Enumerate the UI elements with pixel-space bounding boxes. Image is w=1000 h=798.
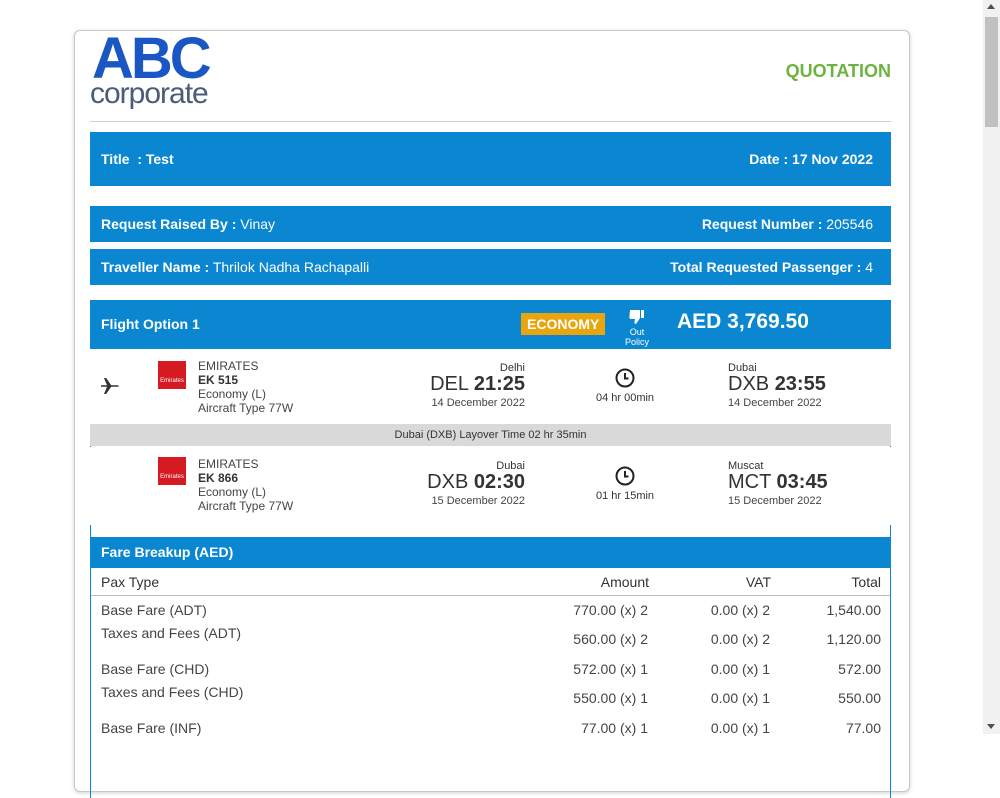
airline-name: EMIRATES xyxy=(198,457,259,471)
out-policy-label: Out Policy xyxy=(624,327,649,347)
departure-code-time: DXB 02:30 xyxy=(427,471,525,493)
header-divider xyxy=(91,595,890,596)
amount-cell: 770.00 (x) 2 xyxy=(573,602,648,618)
traveller-bar: Traveller Name : Thrilok Nadha Rachapall… xyxy=(90,249,891,285)
divider xyxy=(90,121,891,122)
quotation-card: ABC corporate QUOTATION Title : Test Dat… xyxy=(74,26,910,798)
clock-icon xyxy=(615,368,635,388)
total-cell: 572.00 xyxy=(838,661,881,677)
arrival-date: 15 December 2022 xyxy=(728,495,822,507)
aircraft-type: Aircraft Type 77W xyxy=(198,401,294,415)
aircraft-type: Aircraft Type 77W xyxy=(198,499,294,513)
vat-cell: 0.00 (x) 2 xyxy=(710,602,770,618)
cabin-class: Economy (L) xyxy=(198,387,267,401)
pax-type-cell: Base Fare (CHD) xyxy=(101,661,210,677)
fare-price: AED 3,769.50 xyxy=(677,310,809,333)
fare-table: Pax Type Amount VAT Total Base Fare (ADT… xyxy=(90,568,891,798)
airline-info: EMIRATES EK 515 Economy (L) Aircraft Typ… xyxy=(198,359,293,415)
flight-duration: 04 hr 00min xyxy=(595,392,655,404)
fare-breakup-title: Fare Breakup (AED) xyxy=(101,544,234,560)
flight-number: EK 866 xyxy=(198,471,239,485)
request-bar: Request Raised By : Vinay Request Number… xyxy=(90,206,891,242)
fare-breakup-header: Fare Breakup (AED) xyxy=(90,537,891,568)
column-header-total: Total xyxy=(851,574,881,590)
vat-cell: 0.00 (x) 1 xyxy=(710,690,770,706)
traveller-name-field: Traveller Name : Thrilok Nadha Rachapall… xyxy=(101,259,370,275)
amount-cell: 572.00 (x) 1 xyxy=(573,661,648,677)
flight-duration: 01 hr 15min xyxy=(595,490,655,502)
out-policy-indicator: Out Policy xyxy=(617,309,657,347)
request-number-field: Request Number : 205546 xyxy=(701,216,873,232)
plane-icon xyxy=(101,378,119,394)
amount-cell: 560.00 (x) 2 xyxy=(573,631,648,647)
column-header-amount: Amount xyxy=(600,574,649,590)
vertical-scrollbar[interactable] xyxy=(983,0,1000,734)
date-field: Date : 17 Nov 2022 xyxy=(749,151,873,167)
thumbs-down-icon xyxy=(629,310,644,324)
departure-date: 14 December 2022 xyxy=(431,397,525,409)
flight-segment: Emirates EMIRATES EK 866 Economy (L) Air… xyxy=(90,447,891,525)
company-logo: ABC corporate xyxy=(90,26,230,113)
airline-info: EMIRATES EK 866 Economy (L) Aircraft Typ… xyxy=(198,457,293,513)
scroll-up-arrow-icon[interactable] xyxy=(987,4,995,9)
logo-text-corporate: corporate xyxy=(90,77,209,110)
scroll-down-arrow-icon[interactable] xyxy=(987,724,995,729)
total-cell: 1,120.00 xyxy=(826,631,882,647)
arrival-code-time: DXB 23:55 xyxy=(728,373,826,395)
airline-name: EMIRATES xyxy=(198,359,259,373)
vat-cell: 0.00 (x) 2 xyxy=(710,631,770,647)
pax-type-cell: Taxes and Fees (CHD) xyxy=(101,684,244,700)
vat-cell: 0.00 (x) 1 xyxy=(710,661,770,677)
layover-info: Dubai (DXB) Layover Time 02 hr 35min xyxy=(90,424,891,446)
flight-option-header: Flight Option 1 ECONOMY Out Policy AED 3… xyxy=(90,300,891,349)
pax-type-cell: Base Fare (ADT) xyxy=(101,602,207,618)
title-bar: Title : Test Date : 17 Nov 2022 xyxy=(90,132,891,186)
flight-segment: Emirates EMIRATES EK 515 Economy (L) Air… xyxy=(90,349,891,427)
cabin-badge: ECONOMY xyxy=(521,313,606,335)
departure-date: 15 December 2022 xyxy=(431,495,525,507)
document-type: QUOTATION xyxy=(785,61,891,81)
clock-icon xyxy=(615,466,635,486)
cabin-class: Economy (L) xyxy=(198,485,267,499)
scrollbar-thumb[interactable] xyxy=(985,17,998,127)
flight-number: EK 515 xyxy=(198,373,239,387)
amount-cell: 550.00 (x) 1 xyxy=(573,690,648,706)
passenger-count-field: Total Requested Passenger : 4 xyxy=(670,259,873,275)
arrival-date: 14 December 2022 xyxy=(728,397,822,409)
emirates-logo: Emirates xyxy=(158,361,186,389)
total-cell: 550.00 xyxy=(838,690,881,706)
departure-code-time: DEL 21:25 xyxy=(430,373,525,395)
total-cell: 1,540.00 xyxy=(826,602,882,618)
column-header-pax-type: Pax Type xyxy=(101,574,160,590)
emirates-logo: Emirates xyxy=(158,457,186,485)
raised-by-field: Request Raised By : Vinay xyxy=(101,216,276,232)
flight-option-label: Flight Option 1 xyxy=(101,316,200,332)
column-header-vat: VAT xyxy=(745,574,771,590)
pax-type-cell: Taxes and Fees (ADT) xyxy=(101,625,242,641)
title-field: Title : Test xyxy=(101,151,174,167)
arrival-code-time: MCT 03:45 xyxy=(728,471,828,493)
